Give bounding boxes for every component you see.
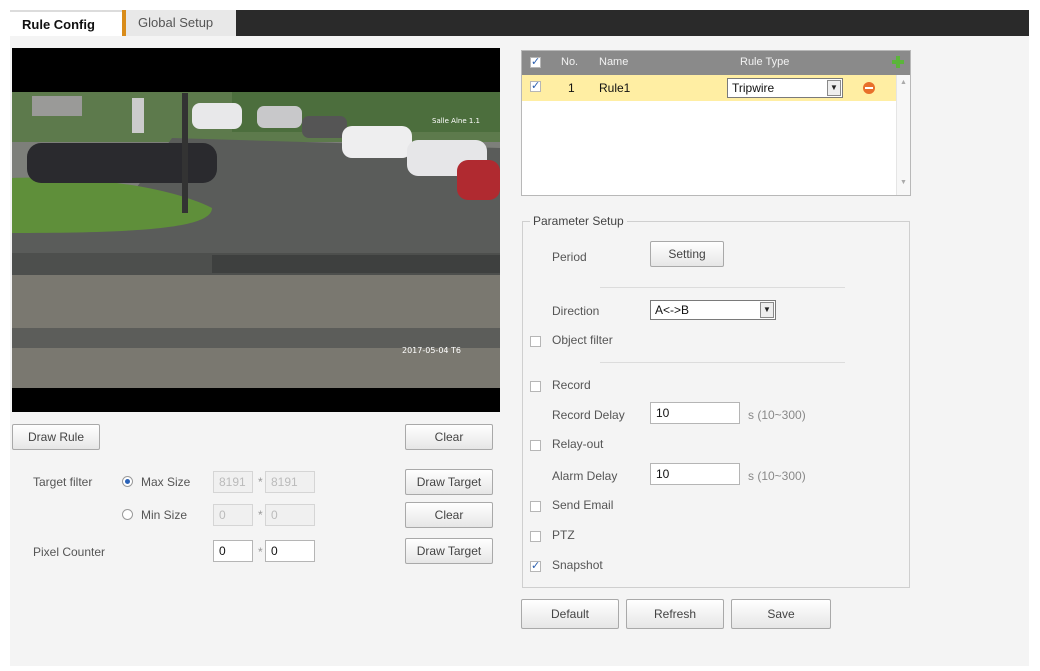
send-email-checkbox[interactable] [530, 501, 541, 512]
default-button[interactable]: Default [521, 599, 619, 629]
column-no: No. [561, 56, 579, 68]
clear-target-button[interactable]: Clear [405, 502, 493, 528]
chevron-down-icon: ▼ [827, 80, 841, 96]
max-size-height-input[interactable]: 8191 [265, 471, 315, 493]
multiply-sign: * [258, 475, 263, 489]
period-label: Period [552, 250, 587, 264]
record-label: Record [552, 378, 591, 392]
direction-label: Direction [552, 304, 600, 318]
rule-no: 1 [568, 81, 575, 95]
max-size-label: Max Size [141, 475, 191, 489]
select-all-checkbox[interactable] [530, 55, 541, 68]
scroll-up-icon[interactable]: ▲ [900, 79, 907, 86]
pixel-counter-height-input[interactable]: 0 [265, 540, 315, 562]
object-filter-checkbox[interactable] [530, 336, 541, 347]
min-size-height-input[interactable]: 0 [265, 504, 315, 526]
rule-table: No. Name Rule Type 1 Rule1 Tripwire ▼ ▲ … [521, 50, 911, 196]
rule-type-value: Tripwire [732, 81, 775, 95]
draw-target-button-pixel[interactable]: Draw Target [405, 538, 493, 564]
rule-table-scrollbar[interactable]: ▲ ▼ [896, 75, 910, 195]
refresh-button[interactable]: Refresh [626, 599, 724, 629]
chevron-down-icon: ▼ [760, 302, 774, 318]
direction-select[interactable]: A<->B ▼ [650, 300, 776, 320]
send-email-label: Send Email [552, 498, 614, 512]
ptz-checkbox[interactable] [530, 531, 541, 542]
column-rule-type: Rule Type [740, 56, 790, 68]
record-delay-label: Record Delay [552, 408, 625, 422]
min-size-label: Min Size [141, 508, 188, 522]
clear-rule-button[interactable]: Clear [405, 424, 493, 450]
rule-table-header: No. Name Rule Type [522, 51, 910, 75]
draw-rule-button[interactable]: Draw Rule [12, 424, 100, 450]
parameter-setup-legend: Parameter Setup [530, 214, 627, 228]
table-row[interactable]: 1 Rule1 Tripwire ▼ [522, 75, 896, 101]
snapshot-checkbox[interactable] [530, 559, 541, 572]
direction-value: A<->B [655, 303, 690, 317]
multiply-sign: * [258, 545, 263, 559]
object-filter-label: Object filter [552, 333, 613, 347]
add-rule-icon[interactable] [891, 55, 905, 69]
max-size-width-input[interactable]: 8191 [213, 471, 253, 493]
record-delay-input[interactable]: 10 [650, 402, 740, 424]
tab-rule-config[interactable]: Rule Config [10, 10, 122, 36]
rule-name: Rule1 [599, 81, 631, 95]
max-size-radio[interactable] [122, 476, 133, 487]
tab-global-setup[interactable]: Global Setup [126, 10, 236, 36]
camera-scene-image: Salle Alne 1.1 2017-05-04 T6 [12, 48, 500, 412]
record-delay-range: s (10~300) [748, 408, 806, 422]
target-filter-label: Target filter [33, 475, 93, 489]
video-preview[interactable]: Salle Alne 1.1 2017-05-04 T6 [12, 48, 500, 412]
alarm-delay-label: Alarm Delay [552, 469, 618, 483]
period-setting-button[interactable]: Setting [650, 241, 724, 267]
multiply-sign: * [258, 508, 263, 522]
relay-out-label: Relay-out [552, 437, 604, 451]
divider [600, 362, 845, 363]
divider [600, 287, 845, 288]
rule-type-select[interactable]: Tripwire ▼ [727, 78, 843, 98]
column-name: Name [599, 56, 629, 68]
alarm-delay-input[interactable]: 10 [650, 463, 740, 485]
osd-bottom-label: 2017-05-04 T6 [402, 346, 461, 355]
ptz-label: PTZ [552, 528, 575, 542]
pixel-counter-label: Pixel Counter [33, 545, 106, 559]
osd-top-label: Salle Alne 1.1 [432, 117, 480, 125]
scroll-down-icon[interactable]: ▼ [900, 179, 907, 186]
relay-out-checkbox[interactable] [530, 440, 541, 451]
min-size-width-input[interactable]: 0 [213, 504, 253, 526]
save-button[interactable]: Save [731, 599, 831, 629]
record-checkbox[interactable] [530, 381, 541, 392]
delete-rule-icon[interactable] [863, 82, 875, 94]
rule-row-checkbox[interactable] [530, 79, 541, 92]
tab-bar: Rule Config Global Setup [10, 10, 1029, 36]
pixel-counter-width-input[interactable]: 0 [213, 540, 253, 562]
min-size-radio[interactable] [122, 509, 133, 520]
draw-target-button[interactable]: Draw Target [405, 469, 493, 495]
alarm-delay-range: s (10~300) [748, 469, 806, 483]
snapshot-label: Snapshot [552, 558, 603, 572]
